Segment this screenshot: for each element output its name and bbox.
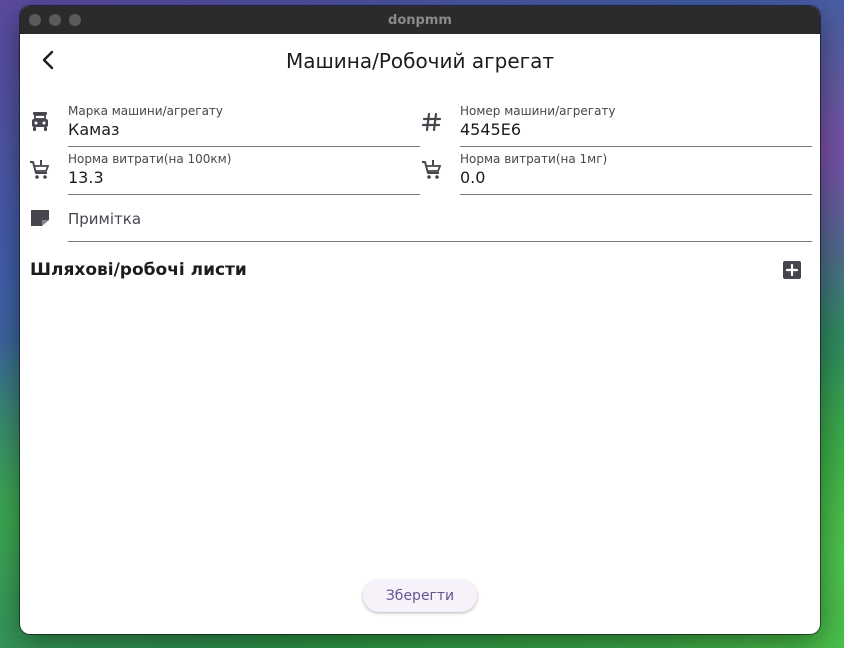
app-window: donpmm Машина/Робочий агрегат Марка маши… [20,6,820,634]
zoom-window-button[interactable] [69,14,81,26]
save-button[interactable]: Зберегти [363,580,477,612]
number-value: 4545Е6 [460,120,522,139]
title-bar: donpmm [20,6,820,34]
app-bar: Машина/Робочий агрегат [20,34,820,90]
brand-label: Марка машини/агрегату [68,104,224,118]
hash-icon [420,110,444,134]
number-label: Номер машини/агрегату [460,104,616,118]
brand-field[interactable]: Марка машини/агрегату Камаз [68,104,420,147]
page-title: Машина/Робочий агрегат [285,49,555,73]
norm-100km-value: 13.3 [68,168,104,187]
norm-1mh-label: Норма витрати(на 1мг) [460,152,608,166]
note-placeholder: Примітка [68,210,142,228]
section-title: Шляхові/робочі листи [30,260,247,280]
add-waybill-button[interactable] [782,260,802,280]
note-field[interactable]: Примітка [68,200,812,242]
note-icon [28,206,52,230]
car-icon [28,110,52,134]
close-window-button[interactable] [29,14,41,26]
add-box-icon [783,261,801,279]
brand-value: Камаз [68,120,120,139]
window-title: donpmm [388,12,452,28]
norm-1mh-field[interactable]: Норма витрати(на 1мг) 0.0 [460,152,812,195]
window-controls [29,14,81,26]
cart-icon [420,158,444,182]
norm-100km-field[interactable]: Норма витрати(на 100км) 13.3 [68,152,420,195]
cart-icon [28,158,52,182]
norm-1mh-value: 0.0 [460,168,486,187]
norm-100km-label: Норма витрати(на 100км) [68,152,232,166]
number-field[interactable]: Номер машини/агрегату 4545Е6 [460,104,812,147]
minimize-window-button[interactable] [49,14,61,26]
